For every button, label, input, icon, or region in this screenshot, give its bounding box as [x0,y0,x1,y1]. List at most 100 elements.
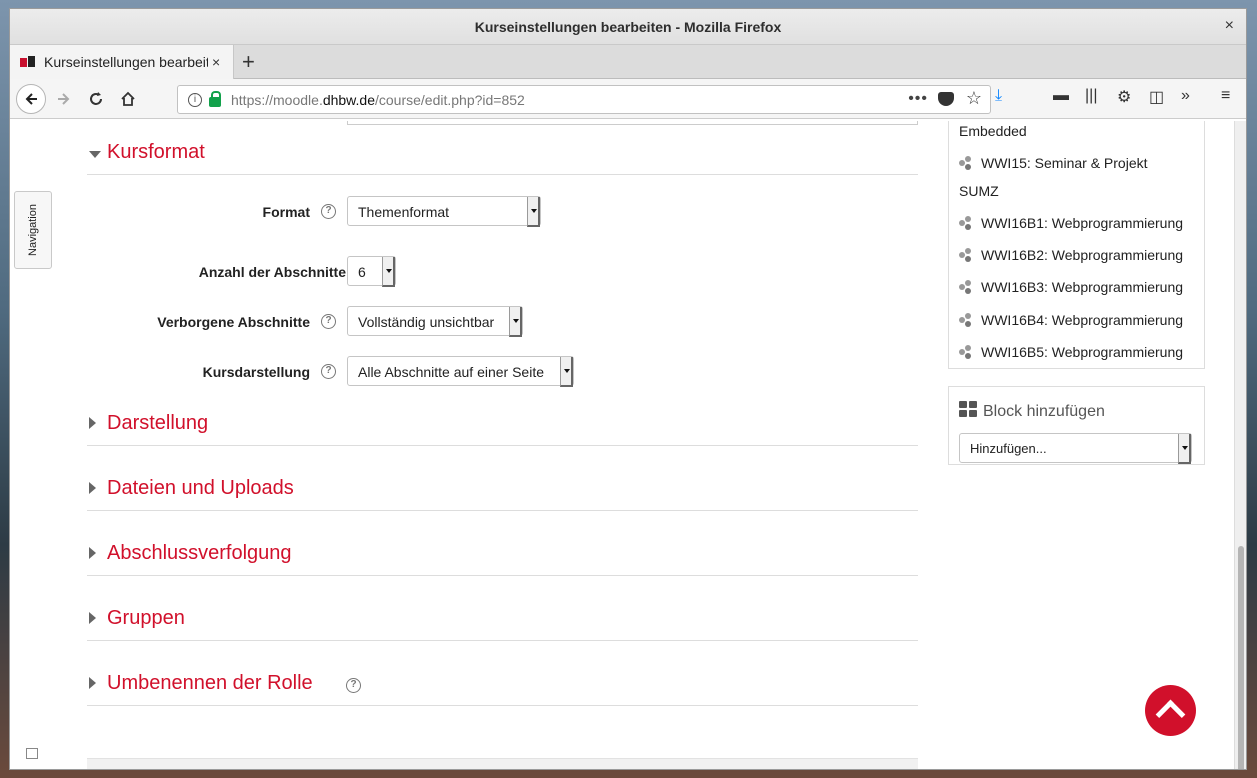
lock-icon [209,90,221,107]
course-layout-select[interactable]: Alle Abschnitte auf einer Seite [347,356,574,387]
help-icon[interactable]: ? [321,364,336,379]
section-title: Kursformat [107,141,205,163]
course-item-text: Embedded [959,123,1027,139]
downloads-icon[interactable]: ⤓ [995,87,1002,105]
arrow-right-icon [58,93,70,105]
navigation-toolbar: i https://moodle.dhbw.de/course/edit.php… [10,79,1246,119]
tab-label: Kurseinstellungen bearbeiten [44,54,208,70]
browser-window: Kurseinstellungen bearbeiten - Mozilla F… [9,8,1247,770]
format-select[interactable]: Themenformat [347,196,541,227]
course-icon [959,280,975,294]
course-icon [959,313,975,327]
section-title: Gruppen [107,607,185,629]
dropdown-arrow-icon [386,269,392,273]
help-icon[interactable]: ? [321,314,336,329]
form-row-abschnitte: Anzahl der Abschnitte 6 [87,256,918,288]
expand-right-icon [89,677,96,689]
dropdown-arrow-icon [513,319,519,323]
add-block-heading: Block hinzufügen [959,401,1105,421]
window-titlebar: Kurseinstellungen bearbeiten - Mozilla F… [10,9,1246,45]
section-title: Dateien und Uploads [107,477,294,499]
window-title: Kurseinstellungen bearbeiten - Mozilla F… [474,19,782,35]
forward-button[interactable] [50,85,78,113]
field-label: Anzahl der Abschnitte [198,264,346,280]
expand-right-icon [89,482,96,494]
window-close-button[interactable]: × [1225,17,1234,35]
field-label: Format [262,204,310,220]
page-content: Navigation Kursformat Format ? Themenfor… [10,121,1235,769]
expand-right-icon [89,547,96,559]
extension-icon[interactable]: ⚙ [1117,87,1131,107]
scroll-to-top-button[interactable] [1145,685,1196,736]
section-title: Abschlussverfolgung [107,542,292,564]
course-link[interactable]: WWI16B2: Webprogrammierung [959,247,1183,263]
course-link[interactable]: WWI16B1: Webprogrammierung [959,215,1183,231]
overflow-icon[interactable]: » [1181,87,1190,105]
section-abschluss[interactable]: Abschlussverfolgung [87,532,918,576]
section-gruppen[interactable]: Gruppen [87,597,918,641]
moodle-favicon-icon [20,56,36,68]
home-icon [121,91,135,106]
course-icon [959,248,975,262]
sidebar-icon[interactable]: ◫ [1149,87,1164,107]
course-icon [959,156,975,170]
navigation-drawer-label: Navigation [27,204,40,256]
address-bar[interactable]: i https://moodle.dhbw.de/course/edit.php… [177,85,991,114]
site-info-icon[interactable]: i [188,92,202,107]
add-block-select[interactable]: Hinzufügen... [959,433,1192,464]
tab-close-button[interactable]: × [212,54,220,70]
section-title: Umbenennen der Rolle [107,672,313,694]
expand-down-icon [89,151,101,158]
footer-strip [87,758,918,769]
help-icon[interactable]: ? [346,678,361,693]
section-title: Darstellung [107,412,209,434]
library-icon[interactable]: ||| [1085,87,1097,105]
reload-button[interactable] [82,85,110,113]
scrollbar-thumb[interactable] [1238,546,1244,769]
courses-block: Embedded WWI15: Seminar & Projekt SUMZ W… [948,121,1205,369]
course-icon [959,216,975,230]
arrow-left-icon [25,93,37,105]
dropdown-arrow-icon [531,209,537,213]
add-block-panel: Block hinzufügen Hinzufügen... [948,386,1205,465]
help-icon[interactable]: ? [321,204,336,219]
home-button[interactable] [114,85,142,113]
menu-hamburger-icon[interactable]: ≡ [1221,87,1230,105]
course-item-text[interactable]: SUMZ [959,183,999,199]
hidden-sections-select[interactable]: Vollständig unsichtbar [347,306,523,337]
section-rolle[interactable]: Umbenennen der Rolle ? [87,662,918,706]
url-text: https://moodle.dhbw.de/course/edit.php?i… [231,91,525,108]
dropdown-arrow-icon [564,369,570,373]
grid-icon [959,401,977,417]
reload-icon [90,92,102,105]
bookmark-star-icon[interactable]: ☆ [966,88,982,109]
section-dateien[interactable]: Dateien und Uploads [87,467,918,511]
back-button[interactable] [16,84,46,114]
screenshot-icon[interactable]: ▬ [1053,87,1069,105]
page-scrollbar[interactable] [1234,121,1246,769]
section-darstellung[interactable]: Darstellung [87,402,918,446]
dropdown-arrow-icon [1182,446,1188,450]
field-label: Kursdarstellung [202,364,310,380]
previous-field-edge [347,121,918,125]
course-link[interactable]: WWI16B5: Webprogrammierung [959,344,1183,360]
expand-right-icon [89,417,96,429]
pocket-icon[interactable] [938,92,954,106]
course-link[interactable]: WWI15: Seminar & Projekt [959,155,1148,171]
expand-right-icon [89,612,96,624]
course-link[interactable]: WWI16B3: Webprogrammierung [959,279,1183,295]
new-tab-button[interactable]: + [242,49,255,75]
form-row-kursdarstellung: Kursdarstellung ? Alle Abschnitte auf ei… [87,356,918,388]
sections-count-select[interactable]: 6 [347,256,396,287]
page-actions-button[interactable]: ••• [908,90,928,108]
tab-bar: Kurseinstellungen bearbeiten × + [10,45,1246,79]
course-icon [959,345,975,359]
form-row-verborgen: Verborgene Abschnitte ? Vollständig unsi… [87,306,918,338]
section-kursformat[interactable]: Kursformat [87,131,918,175]
tab-kurseinstellungen[interactable]: Kurseinstellungen bearbeiten × [10,45,234,79]
field-label: Verborgene Abschnitte [157,314,310,330]
dock-block-icon[interactable] [26,748,38,759]
course-link[interactable]: WWI16B4: Webprogrammierung [959,312,1183,328]
navigation-drawer-toggle[interactable]: Navigation [14,191,52,269]
form-row-format: Format ? Themenformat [87,196,918,228]
